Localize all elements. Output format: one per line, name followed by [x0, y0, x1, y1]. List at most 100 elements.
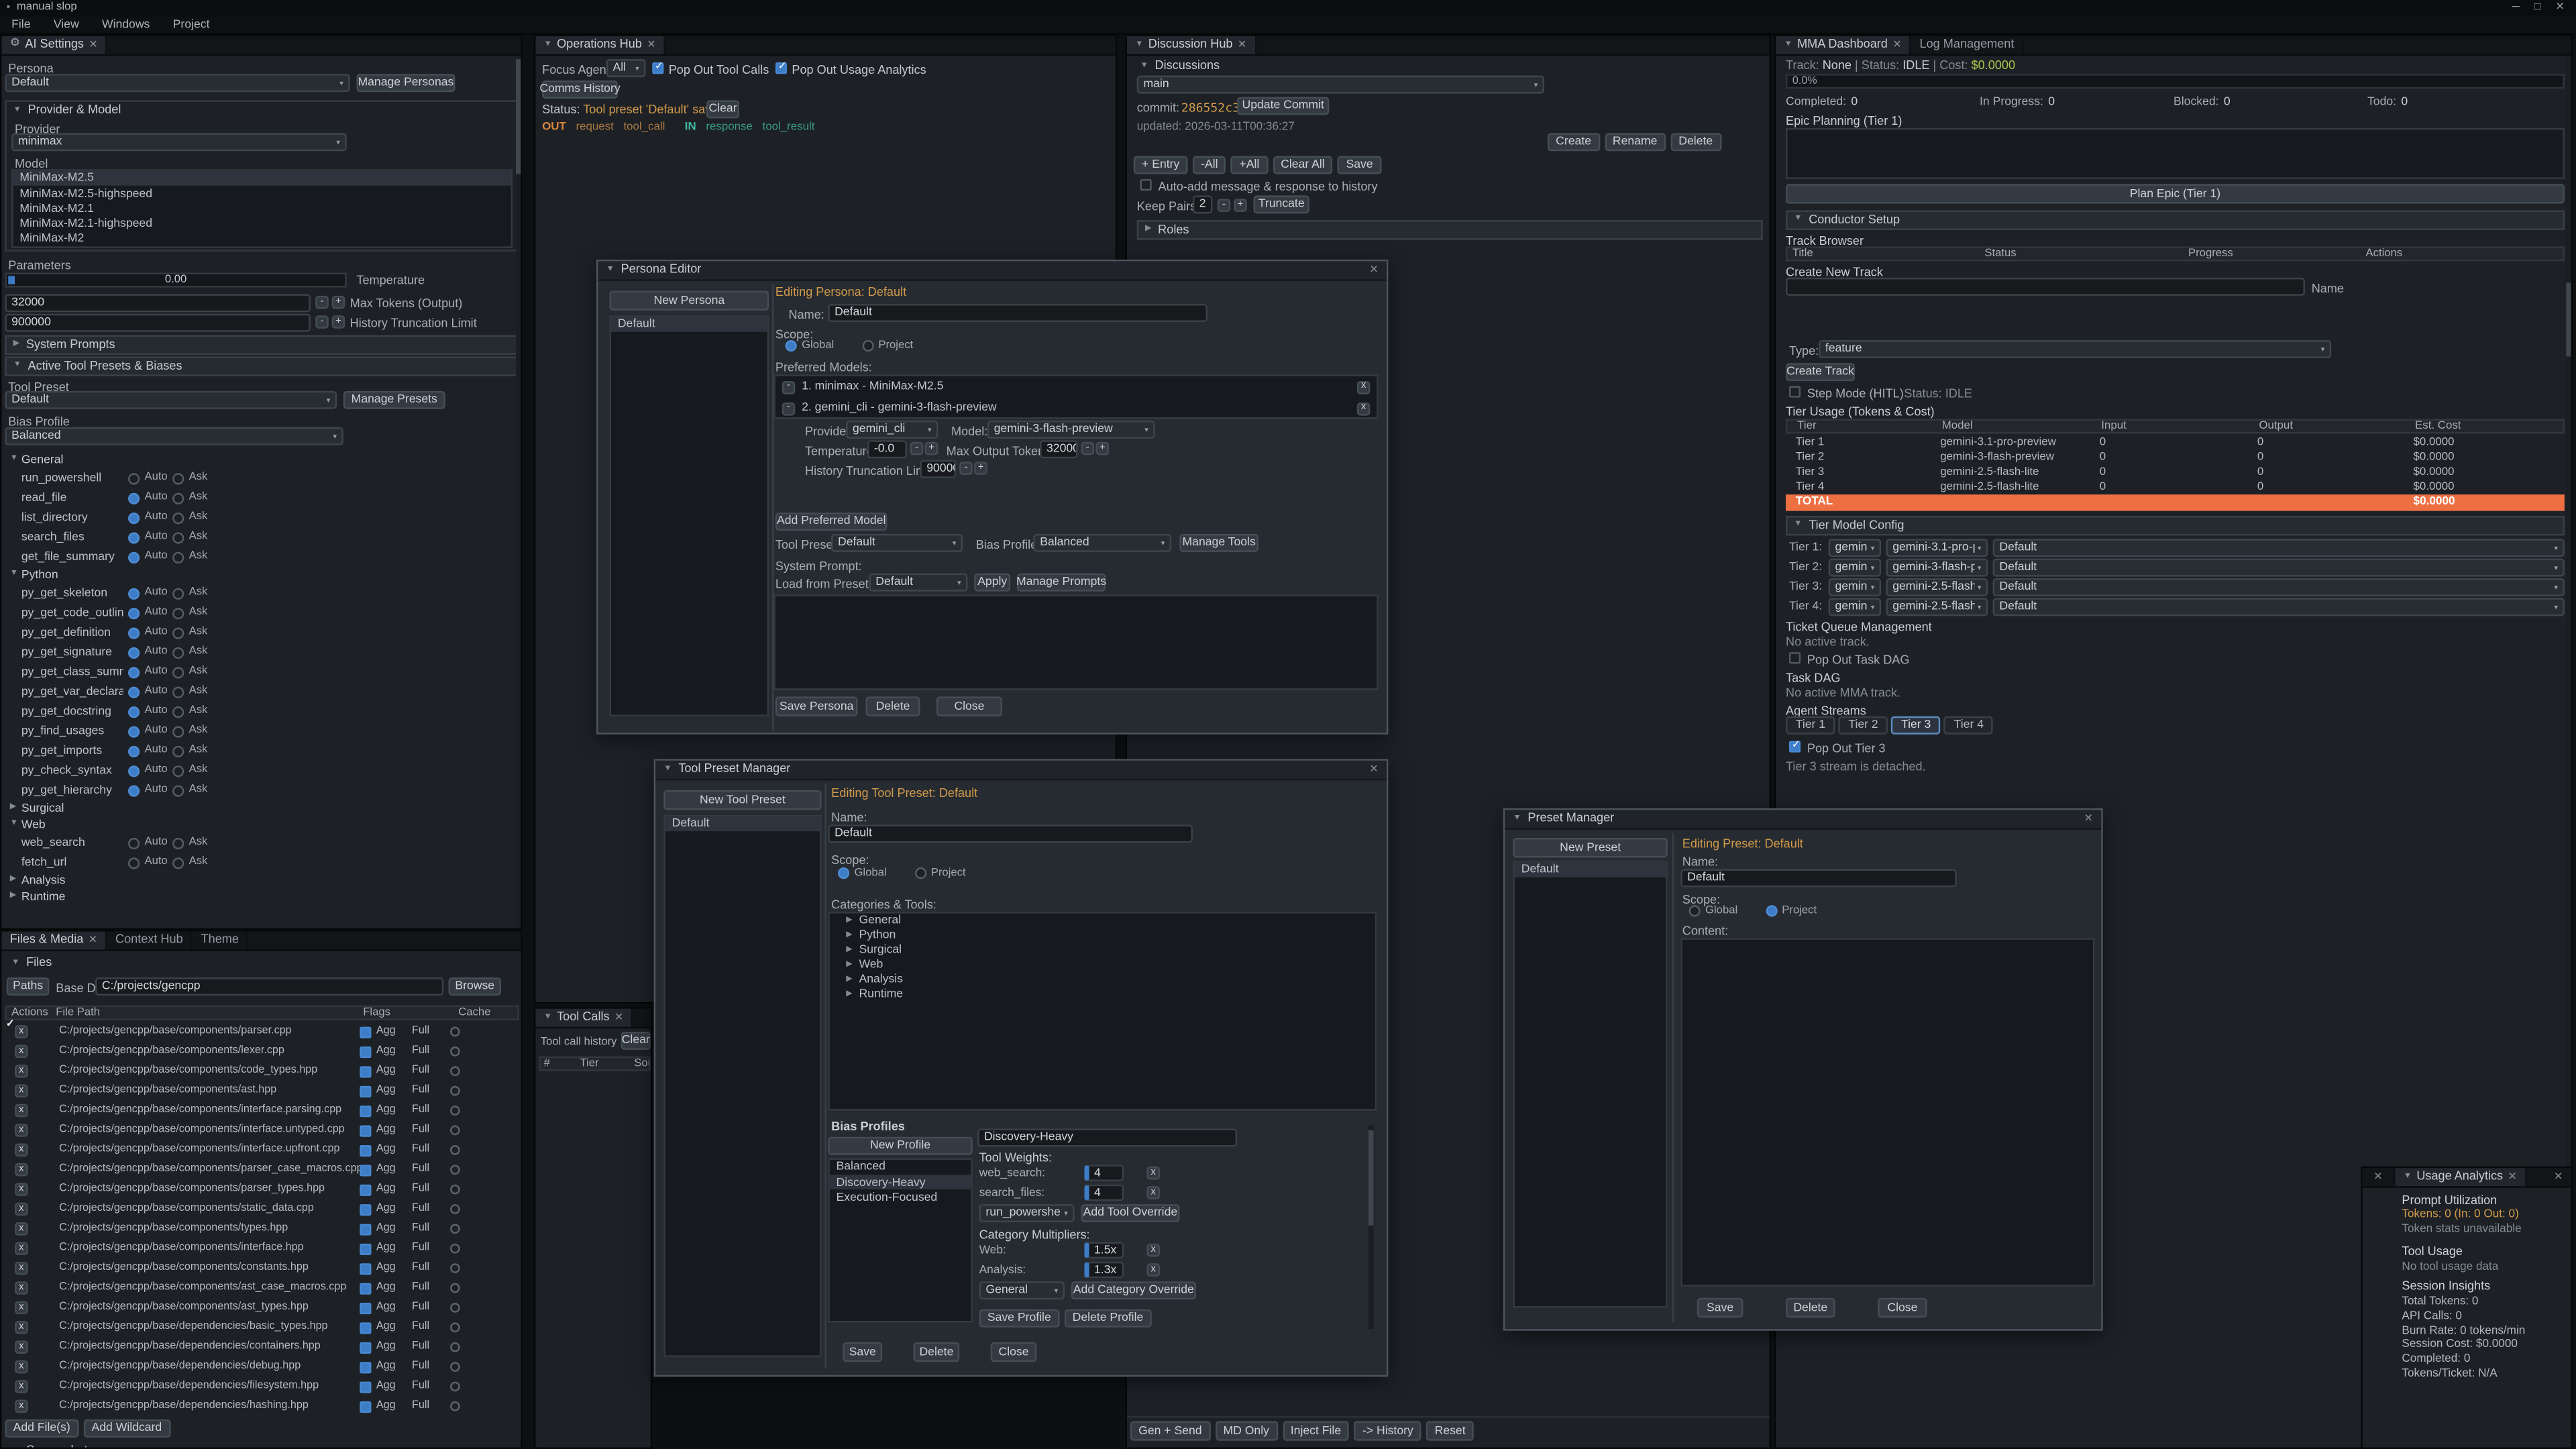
manage-personas-button[interactable]: Manage Personas [356, 74, 455, 92]
auto-radio[interactable] [128, 725, 140, 737]
remove-model-button[interactable]: x [1357, 402, 1371, 415]
agg-checkbox[interactable] [360, 1183, 371, 1195]
scope-global-radio[interactable] [1689, 906, 1701, 917]
close-icon[interactable]: ✕ [1892, 39, 1901, 51]
close-dialog-button[interactable]: Close [936, 696, 1002, 716]
agg-checkbox[interactable] [360, 1401, 371, 1412]
tool-row[interactable]: ▼ General Auto Ask [1, 451, 517, 468]
menu-item[interactable]: Windows [91, 18, 162, 32]
full-flag[interactable]: Full [412, 1065, 429, 1077]
agg-checkbox[interactable] [360, 1065, 371, 1077]
tool-row[interactable]: py_find_usages Auto Ask [1, 721, 517, 741]
pe-maxout-increment[interactable]: + [1095, 442, 1109, 455]
auto-radio[interactable] [128, 857, 140, 868]
auto-radio[interactable] [128, 647, 140, 658]
window-maximize-button[interactable]: □ [2534, 2, 2541, 14]
panel-close[interactable]: ✕ [2546, 1168, 2571, 1186]
close-icon[interactable]: ✕ [1238, 39, 1246, 51]
file-row[interactable]: x C:/projects/gencpp/base/components/par… [5, 1179, 519, 1199]
file-row[interactable]: x C:/projects/gencpp/base/components/int… [5, 1140, 519, 1160]
preferred-model-row[interactable]: - 2. gemini_cli - gemini-3-flash-preview… [775, 398, 1377, 419]
close-icon[interactable]: ✕ [614, 1012, 623, 1024]
new-tool-preset-button[interactable]: New Tool Preset [663, 790, 821, 810]
ask-radio[interactable] [172, 588, 184, 599]
history-limit-input[interactable]: 900000 [5, 314, 311, 332]
bias-profile-select[interactable]: Balanced ▾ [5, 427, 343, 445]
tier-model-select[interactable]: gemini-3.1-pro-preview ▾ [1886, 539, 1988, 557]
active-tools-header[interactable]: ▼ Active Tool Presets & Biases [5, 356, 519, 376]
ask-radio[interactable] [172, 492, 184, 503]
tier-preset-select[interactable]: Default ▾ [1993, 598, 2565, 616]
file-row[interactable]: x C:/projects/gencpp/base/components/ast… [5, 1278, 519, 1297]
tier-preset-select[interactable]: Default ▾ [1993, 539, 2565, 557]
paths-tab[interactable]: Paths [7, 977, 50, 996]
pop-out-tier3-checkbox[interactable] [1789, 741, 1801, 752]
save-preset-button[interactable]: Save [1697, 1298, 1743, 1318]
agg-checkbox[interactable] [360, 1361, 371, 1373]
tool-row[interactable]: py_get_signature Auto Ask [1, 643, 517, 662]
model-option[interactable]: MiniMax-M2.1-highspeed [13, 216, 511, 231]
scope-global-radio[interactable] [786, 341, 797, 352]
ask-radio[interactable] [172, 784, 184, 796]
file-row[interactable]: x C:/projects/gencpp/base/components/ast… [5, 1298, 519, 1318]
auto-radio[interactable] [128, 472, 140, 484]
file-row[interactable]: x C:/projects/gencpp/base/dependencies/b… [5, 1318, 519, 1337]
close-icon[interactable]: ✕ [1369, 763, 1378, 775]
full-flag[interactable]: Full [412, 1341, 429, 1354]
file-row[interactable]: x C:/projects/gencpp/base/components/int… [5, 1239, 519, 1258]
remove-file-button[interactable]: x [15, 1400, 28, 1413]
delete-profile-button[interactable]: Delete Profile [1064, 1309, 1151, 1328]
agg-checkbox[interactable] [360, 1085, 371, 1097]
full-flag[interactable]: Full [412, 1301, 429, 1314]
profile-name-input[interactable]: Discovery-Heavy [977, 1128, 1237, 1146]
model-option[interactable]: MiniMax-M2.5-highspeed [13, 186, 511, 201]
category-tree-item[interactable]: ▶ General [830, 914, 1375, 928]
pe-temperature-input[interactable]: -0.0 [867, 440, 907, 458]
remove-file-button[interactable]: x [15, 1360, 28, 1374]
delete-preset-button[interactable]: Delete [1786, 1298, 1835, 1318]
provider-model-header[interactable]: ▼ Provider & Model [7, 102, 518, 120]
auto-radio[interactable] [128, 706, 140, 717]
remove-file-button[interactable]: x [15, 1045, 28, 1059]
full-flag[interactable]: Full [412, 1381, 429, 1393]
remove-multiplier-button[interactable]: x [1146, 1263, 1160, 1277]
file-row[interactable]: x C:/projects/gencpp/base/components/con… [5, 1258, 519, 1278]
auto-radio[interactable] [128, 531, 140, 543]
remove-file-button[interactable]: x [15, 1124, 28, 1137]
manage-presets-button[interactable]: Manage Presets [343, 391, 445, 409]
close-icon[interactable]: ✕ [2373, 1171, 2382, 1183]
pe-temp-increment[interactable]: + [925, 442, 938, 455]
full-flag[interactable]: Full [412, 1203, 429, 1216]
new-profile-button[interactable]: New Profile [828, 1137, 973, 1155]
ai-settings-scrollbar[interactable] [516, 56, 521, 930]
auto-radio[interactable] [128, 627, 140, 638]
persona-list-item[interactable]: Default [611, 317, 767, 333]
full-flag[interactable]: Full [412, 1085, 429, 1097]
agg-checkbox[interactable] [360, 1105, 371, 1116]
scope-project-radio[interactable] [914, 868, 926, 879]
base-dir-input[interactable]: C:/projects/gencpp [95, 977, 443, 996]
close-icon[interactable]: ✕ [89, 934, 97, 947]
composer-action-button[interactable]: -> History [1354, 1421, 1421, 1440]
full-flag[interactable]: Full [412, 1223, 429, 1236]
content-textarea[interactable] [1680, 938, 2094, 1286]
tier-provider-select[interactable]: gemini ▾ [1829, 559, 1881, 577]
new-preset-button[interactable]: New Preset [1513, 838, 1668, 857]
manage-prompts-button[interactable]: Manage Prompts [1017, 574, 1106, 592]
tool-row[interactable]: fetch_url Auto Ask [1, 853, 517, 872]
full-flag[interactable]: Full [412, 1104, 429, 1117]
agg-checkbox[interactable] [360, 1322, 371, 1333]
remove-file-button[interactable]: x [15, 1340, 28, 1354]
agg-checkbox[interactable] [360, 1144, 371, 1156]
file-row[interactable]: x C:/projects/gencpp/base/dependencies/d… [5, 1357, 519, 1377]
multiplier-value-input[interactable]: 1.5x [1084, 1242, 1124, 1258]
category-tree-item[interactable]: ▶ Runtime [830, 987, 1375, 1002]
model-option[interactable]: MiniMax-M2.1 [13, 201, 511, 217]
tool-row[interactable]: py_get_imports Auto Ask [1, 741, 517, 760]
load-preset-select[interactable]: Default ▾ [869, 574, 968, 592]
create-track-button[interactable]: Create Track [1786, 363, 1855, 381]
add-tool-override-button[interactable]: Add Tool Override [1081, 1204, 1179, 1222]
agg-checkbox[interactable] [360, 1164, 371, 1175]
ask-radio[interactable] [172, 686, 184, 697]
auto-radio[interactable] [128, 837, 140, 849]
